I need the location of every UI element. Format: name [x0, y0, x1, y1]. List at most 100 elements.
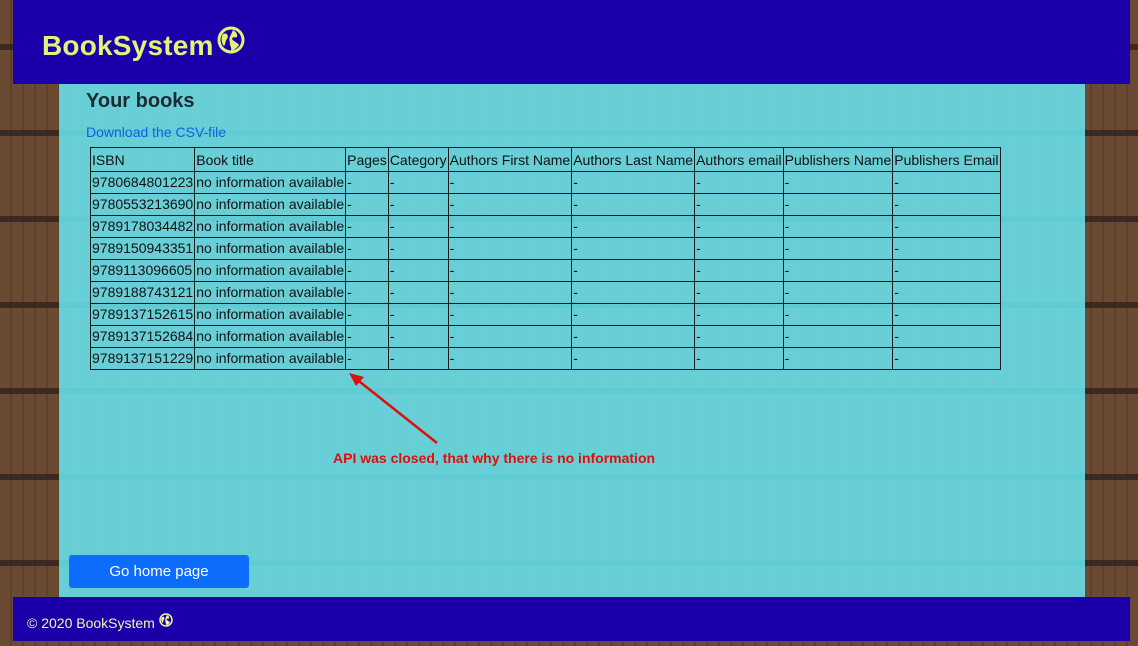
cell-pages: -	[345, 303, 389, 326]
column-header-book-title: Book title	[194, 147, 347, 172]
cell-authors-email: -	[694, 281, 784, 304]
cell-authors-email: -	[694, 259, 784, 282]
cell-authors-first-name: -	[447, 303, 573, 326]
cell-publishers-name: -	[782, 281, 894, 304]
cell-authors-first-name: -	[447, 237, 573, 260]
cell-category: -	[387, 215, 449, 238]
cell-authors-email: -	[694, 325, 784, 348]
annotation-arrow	[349, 373, 438, 444]
table-row: 9789137152684 no information available -…	[89, 325, 1001, 348]
table-row: 9789113096605 no information available -…	[89, 259, 1001, 282]
cell-category: -	[387, 281, 449, 304]
cell-pages: -	[345, 259, 389, 282]
cell-category: -	[387, 303, 449, 326]
cell-authors-first-name: -	[447, 259, 573, 282]
cell-publishers-name: -	[782, 303, 894, 326]
cell-category: -	[387, 171, 449, 194]
globe-icon	[217, 26, 245, 61]
column-header-pages: Pages	[345, 147, 389, 172]
cell-isbn: 9789150943351	[89, 237, 196, 260]
cell-authors-last-name: -	[571, 215, 696, 238]
go-home-button[interactable]: Go home page	[69, 555, 249, 588]
cell-authors-email: -	[694, 215, 784, 238]
column-header-authors-first-name: Authors First Name	[447, 147, 573, 172]
cell-publishers-name: -	[782, 347, 894, 370]
cell-pages: -	[345, 171, 389, 194]
cell-authors-last-name: -	[571, 303, 696, 326]
cell-pages: -	[345, 193, 389, 216]
cell-book-title: no information available	[194, 325, 347, 348]
footer: © 2020 BookSystem	[13, 597, 1130, 641]
cell-book-title: no information available	[194, 281, 347, 304]
cell-authors-email: -	[694, 193, 784, 216]
cell-authors-last-name: -	[571, 347, 696, 370]
cell-isbn: 9789137152684	[89, 325, 196, 348]
cell-authors-last-name: -	[571, 259, 696, 282]
cell-authors-email: -	[694, 237, 784, 260]
cell-publishers-email: -	[892, 215, 1001, 238]
cell-publishers-email: -	[892, 303, 1001, 326]
cell-publishers-email: -	[892, 237, 1001, 260]
cell-book-title: no information available	[194, 215, 347, 238]
cell-isbn: 9780684801223	[89, 171, 196, 194]
cell-authors-first-name: -	[447, 347, 573, 370]
cell-publishers-email: -	[892, 281, 1001, 304]
column-header-publishers-email: Publishers Email	[892, 147, 1001, 172]
cell-authors-first-name: -	[447, 171, 573, 194]
cell-book-title: no information available	[194, 237, 347, 260]
table-row: 9789178034482 no information available -…	[89, 215, 1001, 238]
cell-publishers-email: -	[892, 259, 1001, 282]
brand-name: BookSystem	[42, 30, 214, 61]
cell-category: -	[387, 259, 449, 282]
cell-authors-last-name: -	[571, 237, 696, 260]
table-row: 9789188743121 no information available -…	[89, 281, 1001, 304]
top-navbar: BookSystem	[13, 0, 1130, 84]
cell-book-title: no information available	[194, 171, 347, 194]
table-header-row: ISBN Book title Pages Category Authors F…	[89, 147, 1001, 172]
annotation-note: API was closed, that why there is no inf…	[333, 450, 656, 466]
cell-isbn: 9789188743121	[89, 281, 196, 304]
cell-authors-last-name: -	[571, 171, 696, 194]
cell-category: -	[387, 237, 449, 260]
cell-authors-last-name: -	[571, 325, 696, 348]
cell-publishers-name: -	[782, 215, 894, 238]
cell-publishers-email: -	[892, 347, 1001, 370]
table-row: 9780684801223 no information available -…	[89, 171, 1001, 194]
cell-isbn: 9789113096605	[89, 259, 196, 282]
cell-publishers-name: -	[782, 237, 894, 260]
cell-book-title: no information available	[194, 259, 347, 282]
cell-isbn: 9789137151229	[89, 347, 196, 370]
column-header-authors-last-name: Authors Last Name	[571, 147, 696, 172]
cell-publishers-email: -	[892, 193, 1001, 216]
download-csv-link[interactable]: Download the CSV-file	[86, 124, 226, 140]
cell-book-title: no information available	[194, 347, 347, 370]
cell-isbn: 9789137152615	[89, 303, 196, 326]
cell-isbn: 9789178034482	[89, 215, 196, 238]
column-header-category: Category	[387, 147, 449, 172]
brand-logo[interactable]: BookSystem	[42, 26, 245, 62]
column-header-authors-email: Authors email	[694, 147, 784, 172]
books-table: ISBN Book title Pages Category Authors F…	[89, 147, 1001, 370]
cell-authors-last-name: -	[571, 281, 696, 304]
cell-pages: -	[345, 237, 389, 260]
table-row: 9780553213690 no information available -…	[89, 193, 1001, 216]
cell-authors-first-name: -	[447, 325, 573, 348]
cell-authors-first-name: -	[447, 193, 573, 216]
globe-icon	[159, 612, 173, 630]
cell-pages: -	[345, 281, 389, 304]
cell-book-title: no information available	[194, 193, 347, 216]
footer-copyright: © 2020 BookSystem	[27, 612, 173, 631]
table-row: 9789150943351 no information available -…	[89, 237, 1001, 260]
cell-publishers-name: -	[782, 325, 894, 348]
table-row: 9789137151229 no information available -…	[89, 347, 1001, 370]
cell-publishers-name: -	[782, 259, 894, 282]
cell-pages: -	[345, 215, 389, 238]
cell-authors-email: -	[694, 303, 784, 326]
cell-authors-first-name: -	[447, 281, 573, 304]
cell-category: -	[387, 325, 449, 348]
cell-isbn: 9780553213690	[89, 193, 196, 216]
main-content-panel: Your books Download the CSV-file ISBN Bo…	[59, 84, 1085, 597]
footer-text: © 2020 BookSystem	[27, 615, 155, 631]
cell-publishers-name: -	[782, 171, 894, 194]
cell-authors-email: -	[694, 171, 784, 194]
